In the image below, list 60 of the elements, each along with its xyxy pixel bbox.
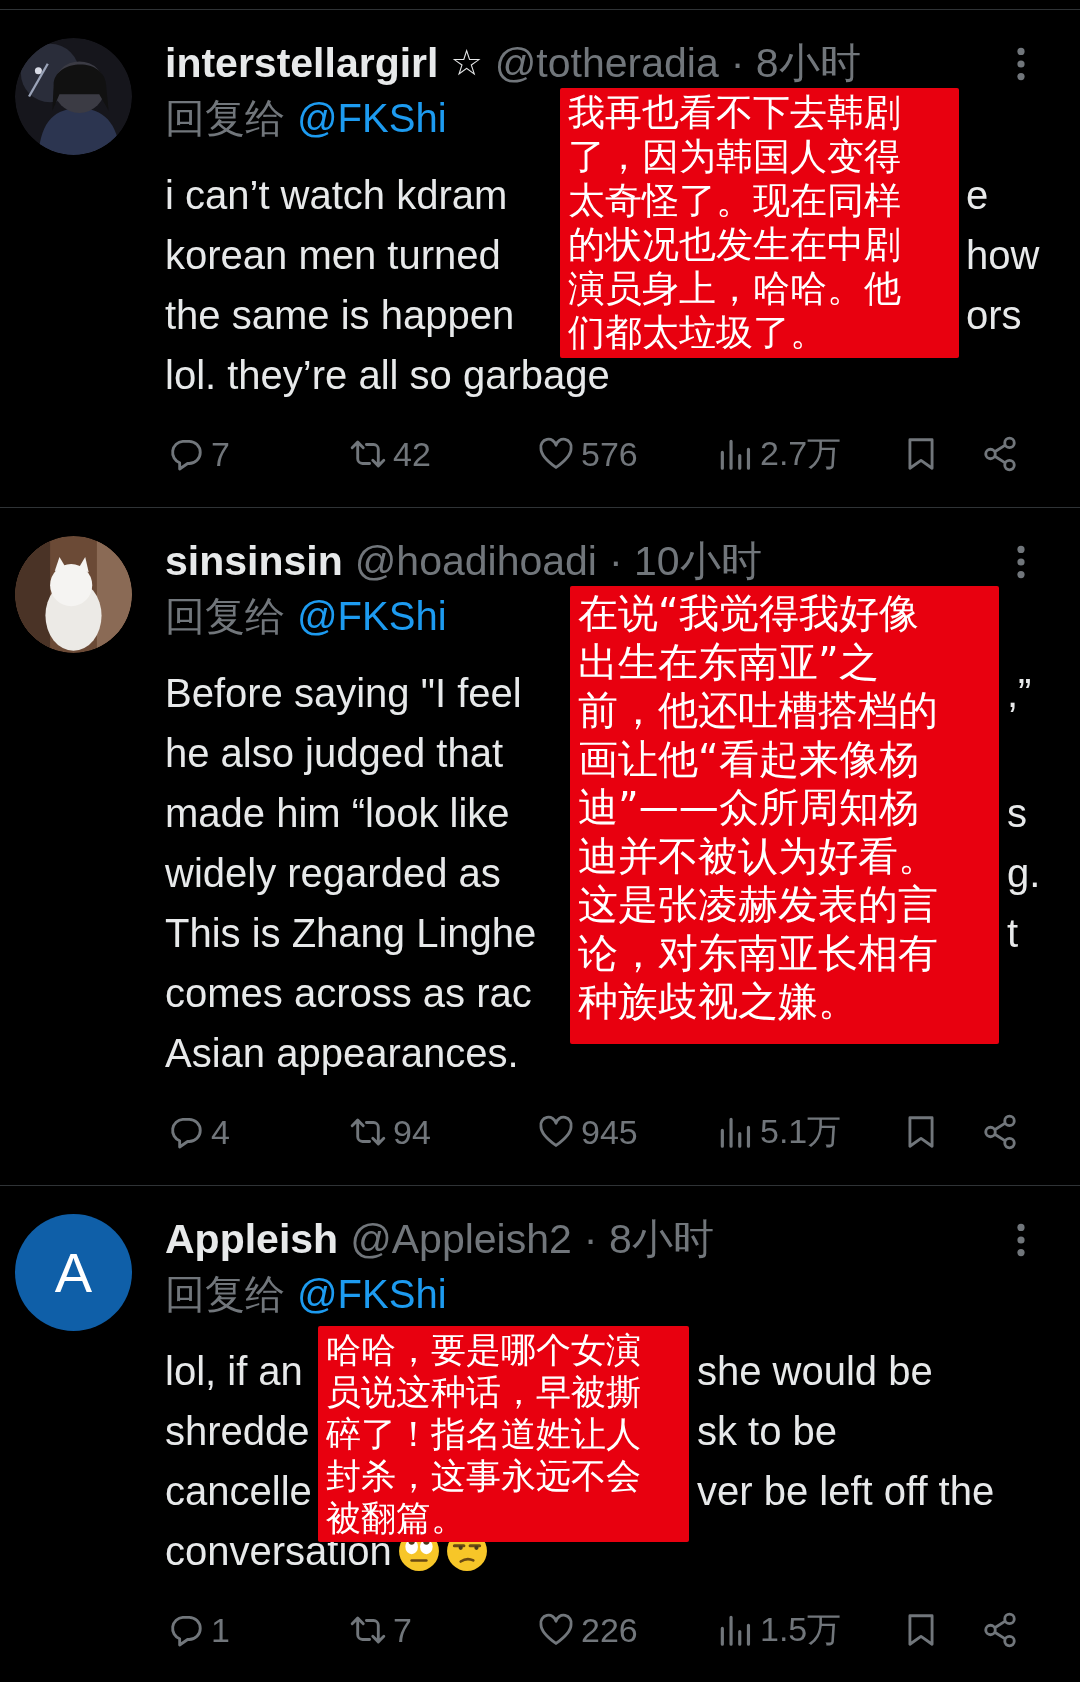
more-icon[interactable] [1016, 46, 1026, 82]
more-icon[interactable] [1016, 544, 1026, 580]
reply-label: 回复给 [165, 1270, 285, 1318]
post-text: Before saying "I feel [165, 670, 522, 717]
post-text: widely regarded as [165, 850, 501, 897]
mention-link[interactable]: @FKShi [297, 593, 447, 639]
post-text: g. [1007, 851, 1041, 895]
post-text: she would be [697, 1349, 933, 1393]
reply-count: 7 [211, 434, 230, 474]
like-count: 576 [581, 434, 638, 474]
translation-note: 我再也看不下去韩剧了，因为韩国人变得太奇怪了。现在同样的状况也发生在中剧演员身上，哈哈。他们都太垃圾了。 [560, 88, 959, 358]
star-symbol: ☆ [450, 42, 483, 84]
user-handle: @totheradia [494, 39, 719, 87]
share-icon[interactable] [981, 435, 1019, 473]
post-text: ver be left off the [697, 1469, 995, 1513]
view-count: 5.1万 [760, 1111, 842, 1152]
post-text: he also judged that [165, 730, 504, 777]
post-text: This is Zhang Linghe [165, 910, 537, 957]
post-text: e [966, 173, 989, 217]
reply-label: 回复给 [165, 592, 285, 640]
post-text: t [1007, 911, 1019, 955]
repost-count: 7 [393, 1610, 412, 1650]
post-text: ors [966, 293, 1022, 337]
post-text: korean men turned [165, 232, 501, 279]
mention-link[interactable]: @FKShi [297, 95, 447, 141]
mention-link[interactable]: @FKShi [297, 1271, 447, 1317]
post-text: i can’t watch kdram [165, 172, 508, 219]
share-icon[interactable] [981, 1611, 1019, 1649]
post-text: the same is happen [165, 292, 515, 339]
avatar: A [15, 1214, 132, 1331]
post-text: ,” [1007, 671, 1032, 715]
post-text: sk to be [697, 1409, 838, 1453]
share-icon[interactable] [981, 1113, 1019, 1151]
post-time: · 10小时 [609, 536, 762, 586]
post-text: s [1007, 791, 1027, 835]
user-name: interstellargirl [165, 39, 439, 87]
user-name: Appleish [165, 1215, 339, 1263]
reply-label: 回复给 [165, 94, 285, 142]
post-text: comes across as rac [165, 970, 532, 1017]
view-count: 2.7万 [760, 433, 842, 474]
post-text: made him “look like [165, 790, 510, 837]
post-text: how [966, 233, 1040, 277]
reply-count: 4 [211, 1112, 230, 1152]
post-time: · 8小时 [730, 38, 861, 88]
like-count: 945 [581, 1112, 638, 1152]
post-time: · 8小时 [583, 1214, 714, 1264]
like-count: 226 [581, 1610, 638, 1650]
view-count: 1.5万 [760, 1609, 842, 1650]
more-icon[interactable] [1016, 1222, 1026, 1258]
post-text: lol, if an [165, 1348, 303, 1395]
post-text: shredde [165, 1408, 310, 1455]
repost-count: 42 [393, 434, 431, 474]
repost-count: 94 [393, 1112, 431, 1152]
post-text: cancelle [165, 1468, 312, 1515]
user-handle: @hoadihoadi [354, 537, 597, 585]
user-handle: @Appleish2 [350, 1215, 572, 1263]
reply-count: 1 [211, 1610, 230, 1650]
post-text: Asian appearances. [165, 1030, 519, 1077]
translation-note: 在说“我觉得我好像出生在东南亚”之前，他还吐槽搭档的画让他“看起来像杨迪”——众所周知杨迪并不被认为好看。这是张凌赫发表的言论，对东南亚长相有种族歧视之嫌。 [570, 586, 999, 1044]
user-name: sinsinsin [165, 537, 343, 585]
